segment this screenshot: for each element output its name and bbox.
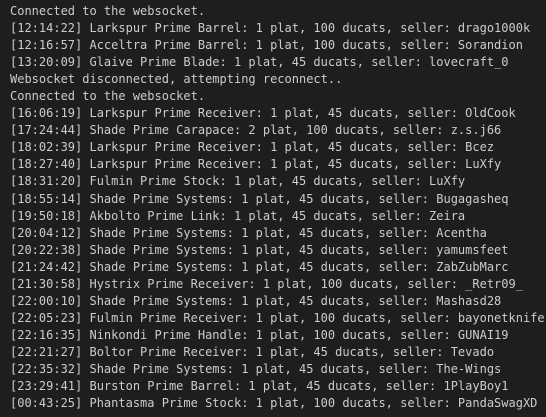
log-line-listing: [13:20:09] Glaive Prime Blade: 1 plat, 4… xyxy=(10,55,509,70)
log-line-listing: [18:02:39] Larkspur Prime Receiver: 1 pl… xyxy=(10,140,495,155)
log-line-listing: [12:16:57] Acceltra Prime Barrel: 1 plat… xyxy=(10,38,523,53)
log-line-listing: [22:00:10] Shade Prime Systems: 1 plat, … xyxy=(10,293,502,308)
log-line-listing: [21:30:58] Hystrix Prime Receiver: 1 pla… xyxy=(10,276,523,291)
log-line-listing: [22:35:32] Shade Prime Systems: 1 plat, … xyxy=(10,361,502,376)
terminal-output: Connected to the websocket. [12:14:22] L… xyxy=(0,0,546,417)
log-line-listing: [23:29:41] Burston Prime Barrel: 1 plat,… xyxy=(10,379,509,394)
log-line-listing: [18:27:40] Larkspur Prime Receiver: 1 pl… xyxy=(10,157,502,172)
log-line-listing: [00:43:25] Phantasma Prime Stock: 1 plat… xyxy=(10,396,538,411)
log-line-listing: [12:14:22] Larkspur Prime Barrel: 1 plat… xyxy=(10,21,531,36)
log-line-listing: [20:22:38] Shade Prime Systems: 1 plat, … xyxy=(10,242,509,257)
log-line-listing: [17:24:44] Shade Prime Carapace: 2 plat,… xyxy=(10,123,502,138)
log-line-listing: [18:55:14] Shade Prime Systems: 1 plat, … xyxy=(10,191,509,206)
log-line-listing: [22:16:35] Ninkondi Prime Handle: 1 plat… xyxy=(10,327,509,342)
log-line-listing: [22:05:23] Fulmin Prime Receiver: 1 plat… xyxy=(10,310,545,325)
log-line-status: Connected to the websocket. xyxy=(10,89,206,104)
log-line-listing: [21:24:42] Shade Prime Systems: 1 plat, … xyxy=(10,259,509,274)
log-line-status: Connected to the websocket. xyxy=(10,4,206,18)
log-line-listing: [19:50:18] Akbolto Prime Link: 1 plat, 4… xyxy=(10,208,466,223)
log-line-listing: [20:04:12] Shade Prime Systems: 1 plat, … xyxy=(10,225,487,240)
log-line-listing: [18:31:20] Fulmin Prime Stock: 1 plat, 4… xyxy=(10,174,466,189)
log-line-listing: [16:06:19] Larkspur Prime Receiver: 1 pl… xyxy=(10,106,516,121)
log-line-listing: [22:21:27] Boltor Prime Receiver: 1 plat… xyxy=(10,344,495,359)
log-line-status: Websocket disconnected, attempting recon… xyxy=(10,72,343,87)
